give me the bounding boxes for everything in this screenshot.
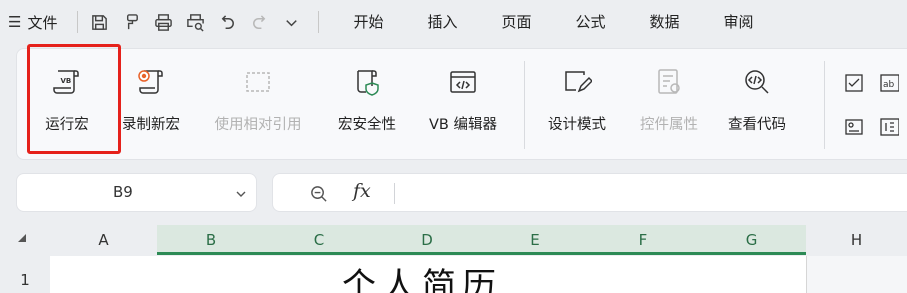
column-header[interactable]: D (373, 225, 481, 255)
record-macro-button[interactable]: 录制新宏 (113, 59, 189, 149)
macro-security-label: 宏安全性 (338, 117, 396, 133)
control-properties-button[interactable]: 控件属性 (629, 59, 709, 149)
numbered-control-icon[interactable] (878, 116, 900, 138)
divider (394, 183, 395, 204)
column-header[interactable]: C (265, 225, 373, 255)
design-mode-label: 设计模式 (548, 117, 606, 133)
save-icon[interactable] (86, 8, 112, 36)
spreadsheet-window: ☰ 文件 开始 插入 页面 公式 数据 审阅 VB 运行宏 录制新宏 使用相对引… (0, 0, 907, 293)
column-header[interactable]: G (697, 225, 806, 255)
file-menu[interactable]: ☰ 文件 (4, 7, 61, 37)
tab-page[interactable]: 页面 (490, 7, 544, 37)
design-mode-icon (560, 65, 594, 99)
group-divider (824, 61, 825, 149)
zoom-icon[interactable] (309, 184, 328, 203)
relative-reference-label: 使用相对引用 (214, 117, 302, 133)
fx-icon[interactable]: fx (353, 180, 371, 202)
view-code-icon (740, 65, 774, 99)
tab-data[interactable]: 数据 (638, 7, 692, 37)
view-code-label: 查看代码 (728, 117, 786, 133)
relative-reference-icon (241, 65, 275, 99)
group-divider (524, 61, 525, 149)
quick-access-toolbar (69, 8, 327, 36)
chevron-down-icon[interactable] (234, 187, 248, 201)
macro-security-button[interactable]: 宏安全性 (327, 59, 407, 149)
formula-bar: fx (272, 173, 907, 212)
print-icon[interactable] (150, 8, 176, 36)
tab-formulas[interactable]: 公式 (564, 7, 618, 37)
format-painter-icon[interactable] (118, 8, 144, 36)
divider (318, 11, 320, 33)
view-code-button[interactable]: 查看代码 (717, 59, 797, 149)
design-mode-button[interactable]: 设计模式 (537, 59, 617, 149)
cell-reference: B9 (113, 183, 133, 201)
column-header[interactable]: E (481, 225, 589, 255)
vb-editor-label: VB 编辑器 (429, 117, 497, 133)
record-macro-icon (134, 65, 168, 99)
label-control-icon[interactable]: ab (878, 72, 900, 94)
chevron-down-icon[interactable] (278, 8, 304, 36)
hamburger-icon: ☰ (8, 13, 22, 31)
vb-editor-button[interactable]: VB 编辑器 (415, 59, 511, 149)
column-header[interactable]: H (806, 225, 907, 255)
column-header[interactable]: A (50, 225, 157, 255)
macro-security-icon (350, 65, 384, 99)
ribbon-tabs: 开始 插入 页面 公式 数据 审阅 (341, 7, 785, 37)
developer-ribbon: VB 运行宏 录制新宏 使用相对引用 宏安全性 VB 编辑器 设计模式 控件属性… (16, 48, 907, 160)
highlight-box (27, 44, 121, 154)
divider (77, 11, 79, 33)
file-menu-label: 文件 (27, 13, 58, 32)
select-all-corner[interactable] (18, 234, 26, 242)
row-header[interactable]: 1 (0, 262, 50, 293)
tab-home[interactable]: 开始 (341, 7, 395, 37)
record-macro-label: 录制新宏 (122, 117, 180, 133)
resume-title: 个人简历 (342, 266, 502, 293)
print-preview-icon[interactable] (182, 8, 208, 36)
relative-reference-button[interactable]: 使用相对引用 (199, 59, 317, 149)
tab-review[interactable]: 审阅 (712, 7, 766, 37)
name-box[interactable]: B9 (16, 173, 257, 212)
control-properties-label: 控件属性 (640, 117, 698, 133)
groupbox-control-icon[interactable] (843, 116, 865, 138)
column-selection-indicator (157, 252, 806, 255)
svg-text:ab: ab (883, 80, 895, 90)
tab-insert[interactable]: 插入 (415, 7, 469, 37)
redo-icon[interactable] (246, 8, 272, 36)
column-header[interactable]: F (589, 225, 697, 255)
menu-bar: ☰ 文件 开始 插入 页面 公式 数据 审阅 (0, 0, 907, 44)
control-properties-icon (652, 65, 686, 99)
vb-editor-icon (446, 65, 480, 99)
cell-h1[interactable] (806, 256, 907, 293)
undo-icon[interactable] (214, 8, 240, 36)
column-header[interactable]: B (157, 225, 265, 255)
checkbox-control-icon[interactable] (843, 72, 865, 94)
